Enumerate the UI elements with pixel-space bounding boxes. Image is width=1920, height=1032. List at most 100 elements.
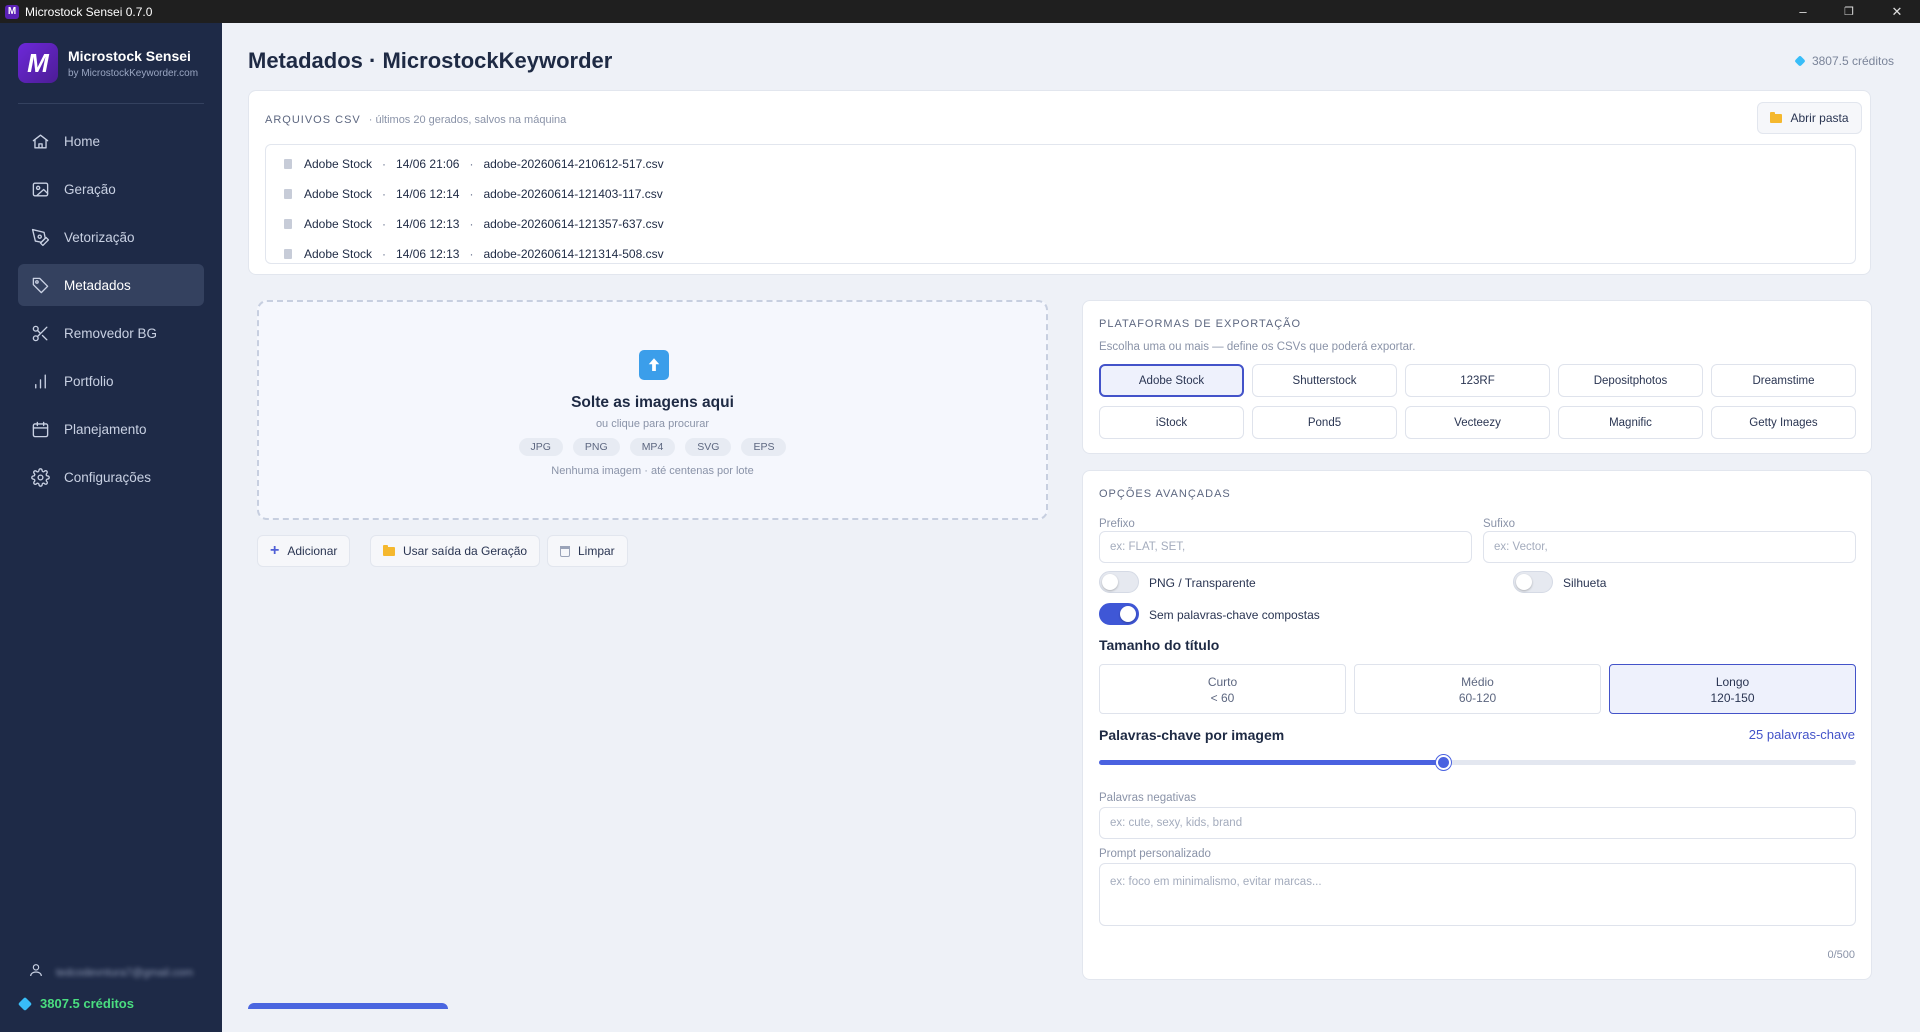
csv-date: 14/06 12:13 — [396, 217, 460, 231]
suffix-input[interactable] — [1483, 531, 1856, 563]
title-size-range: 120-150 — [1710, 691, 1755, 705]
file-icon — [284, 219, 292, 229]
clear-button[interactable]: Limpar — [547, 535, 628, 567]
no-compound-keywords-toggle[interactable] — [1099, 603, 1139, 625]
csv-filename: adobe-20260614-121357-637.csv — [483, 217, 664, 231]
sidebar-item-portfolio[interactable]: Portfolio — [18, 360, 204, 402]
close-button[interactable]: ✕ — [1874, 0, 1920, 23]
platform-shutterstock[interactable]: Shutterstock — [1252, 364, 1397, 397]
header-credits: 3807.5 créditos — [1794, 54, 1894, 68]
title-size-short[interactable]: Curto < 60 — [1099, 664, 1346, 714]
restore-button[interactable]: ❐ — [1826, 0, 1872, 23]
csv-date: 14/06 12:14 — [396, 187, 460, 201]
csv-section-hint: · últimos 20 gerados, salvos na máquina — [368, 114, 567, 126]
advanced-section-label: OPÇÕES AVANÇADAS — [1099, 488, 1231, 500]
primary-action-button-partial[interactable] — [248, 1003, 448, 1009]
list-item[interactable]: Adobe Stock · 14/06 21:06 · adobe-20260614… — [266, 149, 1855, 179]
custom-prompt-textarea[interactable] — [1099, 863, 1856, 926]
use-generation-label: Usar saída da Geração — [403, 544, 528, 558]
image-drop-zone[interactable]: Solte as imagens aqui ou clique para pro… — [257, 300, 1048, 520]
export-platforms-card: PLATAFORMAS DE EXPORTAÇÃO Escolha uma ou… — [1082, 300, 1872, 454]
list-item[interactable]: Adobe Stock · 14/06 12:13 · adobe-20260614… — [266, 209, 1855, 239]
csv-platform: Adobe Stock — [304, 187, 373, 201]
platform-getty-images[interactable]: Getty Images — [1711, 406, 1856, 439]
title-size-range: 60-120 — [1458, 691, 1497, 705]
sidebar-item-home[interactable]: Home — [18, 120, 204, 162]
user-icon — [28, 962, 44, 983]
list-item[interactable]: Adobe Stock · 14/06 12:13 · adobe-20260614… — [266, 239, 1855, 263]
use-generation-output-button[interactable]: Usar saída da Geração — [370, 535, 541, 567]
image-icon — [30, 179, 50, 199]
clear-button-label: Limpar — [578, 544, 615, 558]
csv-platform: Adobe Stock — [304, 157, 373, 171]
sidebar-credits-value: 3807.5 créditos — [40, 996, 134, 1011]
list-item[interactable]: Adobe Stock · 14/06 12:14 · adobe-20260614… — [266, 179, 1855, 209]
platforms-hint: Escolha uma ou mais — define os CSVs que… — [1099, 341, 1416, 353]
drop-zone-note: Nenhuma imagem · até centenas por lote — [551, 465, 754, 477]
bar-chart-icon — [30, 371, 50, 391]
prefix-input[interactable] — [1099, 531, 1472, 563]
format-badge: JPG — [518, 438, 563, 456]
sidebar-item-label: Geração — [64, 181, 116, 197]
window-titlebar: M Microstock Sensei 0.7.0 – ❐ ✕ — [0, 0, 1920, 23]
csv-filename: adobe-20260614-121403-117.csv — [483, 187, 663, 201]
title-size-medium[interactable]: Médio 60-120 — [1354, 664, 1601, 714]
sidebar-item-label: Portfolio — [64, 373, 114, 389]
format-badge: MP4 — [629, 438, 676, 456]
csv-section-label: ARQUIVOS CSV — [265, 114, 361, 126]
brand-subtitle: by MicrostockKeyworder.com — [68, 67, 199, 79]
platform-depositphotos[interactable]: Depositphotos — [1558, 364, 1703, 397]
csv-files-card: ARQUIVOS CSV · últimos 20 gerados, salvo… — [248, 90, 1871, 275]
csv-file-list[interactable]: Adobe Stock · 14/06 21:06 · adobe-20260614… — [265, 144, 1856, 264]
sidebar-item-label: Home — [64, 133, 101, 149]
logo: M — [18, 43, 58, 83]
silhouette-toggle[interactable] — [1513, 571, 1553, 593]
sidebar-nav: Home Geração Vetorização Metadados Remov… — [18, 120, 204, 504]
app-icon: M — [5, 4, 19, 19]
sidebar-item-configuracoes[interactable]: Configurações — [18, 456, 204, 498]
drop-zone-title: Solte as imagens aqui — [571, 394, 734, 411]
add-button[interactable]: + Adicionar — [257, 535, 351, 567]
platforms-section-label: PLATAFORMAS DE EXPORTAÇÃO — [1099, 318, 1302, 330]
platform-magnific[interactable]: Magnific — [1558, 406, 1703, 439]
slider-thumb[interactable] — [1436, 755, 1452, 770]
minimize-button[interactable]: – — [1780, 0, 1826, 23]
csv-filename: adobe-20260614-121314-508.csv — [483, 247, 664, 261]
sidebar-item-planejamento[interactable]: Planejamento — [18, 408, 204, 450]
user-account[interactable]: tedcodevntura7@gmail.com — [28, 962, 193, 983]
platform-istock[interactable]: iStock — [1099, 406, 1244, 439]
csv-date: 14/06 12:13 — [396, 247, 460, 261]
page-title: Metadados · MicrostockKeyworder — [248, 48, 613, 73]
negative-words-input[interactable] — [1099, 807, 1856, 839]
home-icon — [30, 131, 50, 151]
no-compound-keywords-label: Sem palavras-chave compostas — [1149, 608, 1320, 622]
platform-123rf[interactable]: 123RF — [1405, 364, 1550, 397]
sidebar-item-vetorizacao[interactable]: Vetorização — [18, 216, 204, 258]
brand-name: Microstock Sensei — [68, 47, 191, 64]
keywords-count-value: 25 palavras-chave — [1748, 727, 1855, 742]
platform-pond5[interactable]: Pond5 — [1252, 406, 1397, 439]
open-folder-label: Abrir pasta — [1790, 111, 1849, 125]
sidebar-credits: 3807.5 créditos — [17, 996, 134, 1011]
user-email: tedcodevntura7@gmail.com — [56, 966, 194, 979]
format-badge: EPS — [741, 438, 787, 456]
drop-zone-subtitle: ou clique para procurar — [595, 418, 710, 430]
platform-options: Adobe Stock Shutterstock 123RF Depositph… — [1099, 364, 1856, 439]
sidebar-divider — [18, 103, 204, 104]
platform-adobe-stock[interactable]: Adobe Stock — [1099, 364, 1244, 397]
platform-vecteezy[interactable]: Vecteezy — [1405, 406, 1550, 439]
csv-date: 14/06 21:06 — [396, 157, 460, 171]
sidebar-item-removedor-bg[interactable]: Removedor BG — [18, 312, 204, 354]
open-folder-button[interactable]: Abrir pasta — [1757, 102, 1862, 134]
platform-dreamstime[interactable]: Dreamstime — [1711, 364, 1856, 397]
title-size-long[interactable]: Longo 120-150 — [1609, 664, 1856, 714]
sidebar: M Microstock Sensei by MicrostockKeyword… — [0, 23, 222, 1032]
keywords-slider[interactable] — [1099, 755, 1856, 770]
plus-icon: + — [270, 542, 280, 559]
sidebar-item-geracao[interactable]: Geração — [18, 168, 204, 210]
format-badges: JPG PNG MP4 SVG EPS — [259, 438, 1046, 456]
png-transparent-toggle[interactable] — [1099, 571, 1139, 593]
csv-filename: adobe-20260614-210612-517.csv — [483, 157, 664, 171]
sidebar-item-metadados[interactable]: Metadados — [18, 264, 204, 306]
file-icon — [284, 189, 292, 199]
